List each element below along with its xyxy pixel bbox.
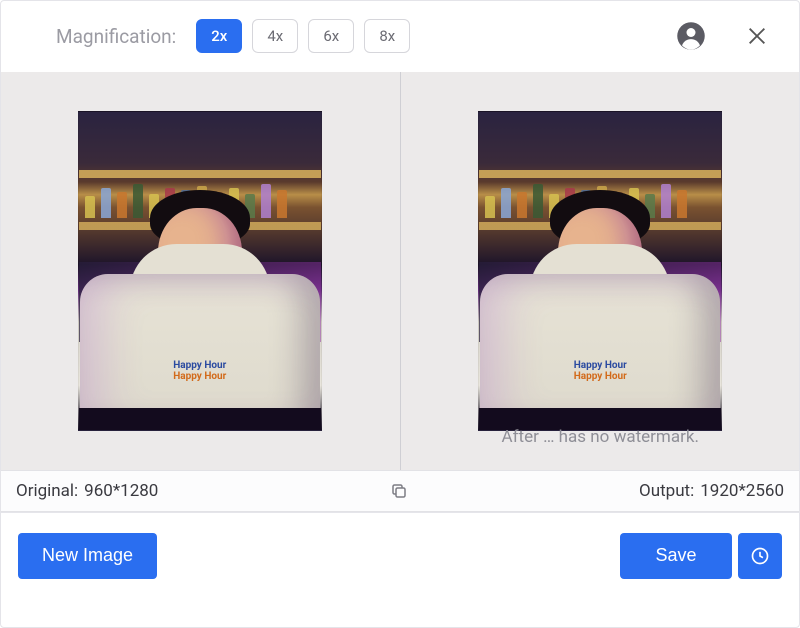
hoodie-text-line1: Happy Hour	[574, 361, 627, 372]
output-label: Output:	[639, 481, 694, 501]
original-label: Original:	[16, 481, 78, 501]
history-button[interactable]	[738, 533, 782, 579]
original-image: Happy Hour Happy Hour	[78, 111, 322, 431]
output-pane: Happy Hour Happy Hour After … has no wat…	[401, 72, 800, 470]
new-image-button[interactable]: New Image	[18, 533, 157, 579]
toolbar: Magnification: 2x 4x 6x 8x	[0, 0, 800, 72]
hoodie-text-line2: Happy Hour	[173, 372, 226, 383]
hoodie-text-line1: Happy Hour	[173, 361, 226, 372]
info-bar: Original: 960*1280 Output: 1920*2560	[0, 470, 800, 512]
magnification-options: 2x 4x 6x 8x	[196, 19, 410, 53]
copy-icon[interactable]	[390, 482, 408, 500]
hoodie-text-line2: Happy Hour	[574, 372, 627, 383]
clock-icon	[750, 546, 770, 566]
compare-area: Happy Hour Happy Hour	[0, 72, 800, 470]
output-dimensions: 1920*2560	[700, 481, 784, 501]
output-image: Happy Hour Happy Hour	[478, 111, 722, 431]
original-pane: Happy Hour Happy Hour	[0, 72, 400, 470]
magnification-2x[interactable]: 2x	[196, 19, 242, 53]
magnification-4x[interactable]: 4x	[252, 19, 298, 53]
magnification-8x[interactable]: 8x	[364, 19, 410, 53]
footer: New Image Save	[0, 512, 800, 598]
magnification-6x[interactable]: 6x	[308, 19, 354, 53]
magnification-label: Magnification:	[56, 25, 176, 48]
save-button[interactable]: Save	[620, 533, 732, 579]
close-icon[interactable]	[746, 25, 768, 47]
account-icon[interactable]	[676, 21, 706, 51]
original-dimensions: 960*1280	[84, 481, 158, 501]
